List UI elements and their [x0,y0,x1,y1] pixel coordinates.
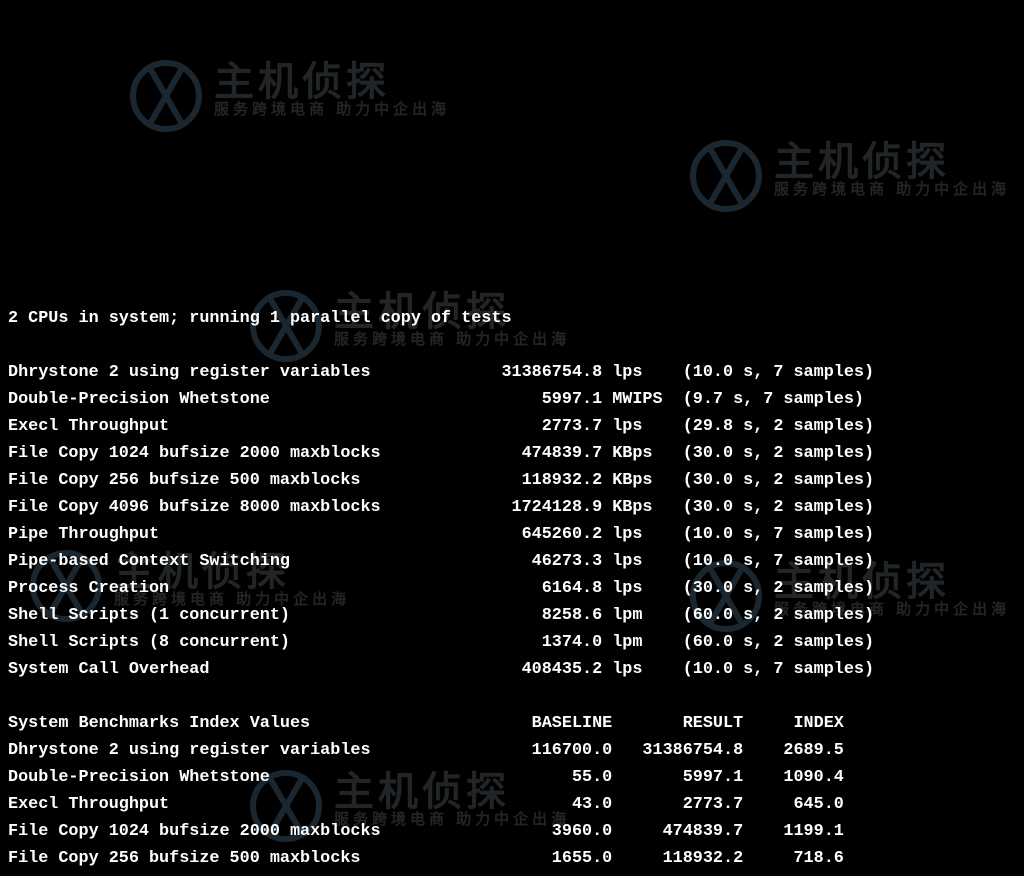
terminal-output: 2 CPUs in system; running 1 parallel cop… [8,305,1024,876]
watermark-icon: 主机侦探服务跨境电商 助力中企出海 [130,60,450,132]
watermark-icon: 主机侦探服务跨境电商 助力中企出海 [690,140,1010,212]
